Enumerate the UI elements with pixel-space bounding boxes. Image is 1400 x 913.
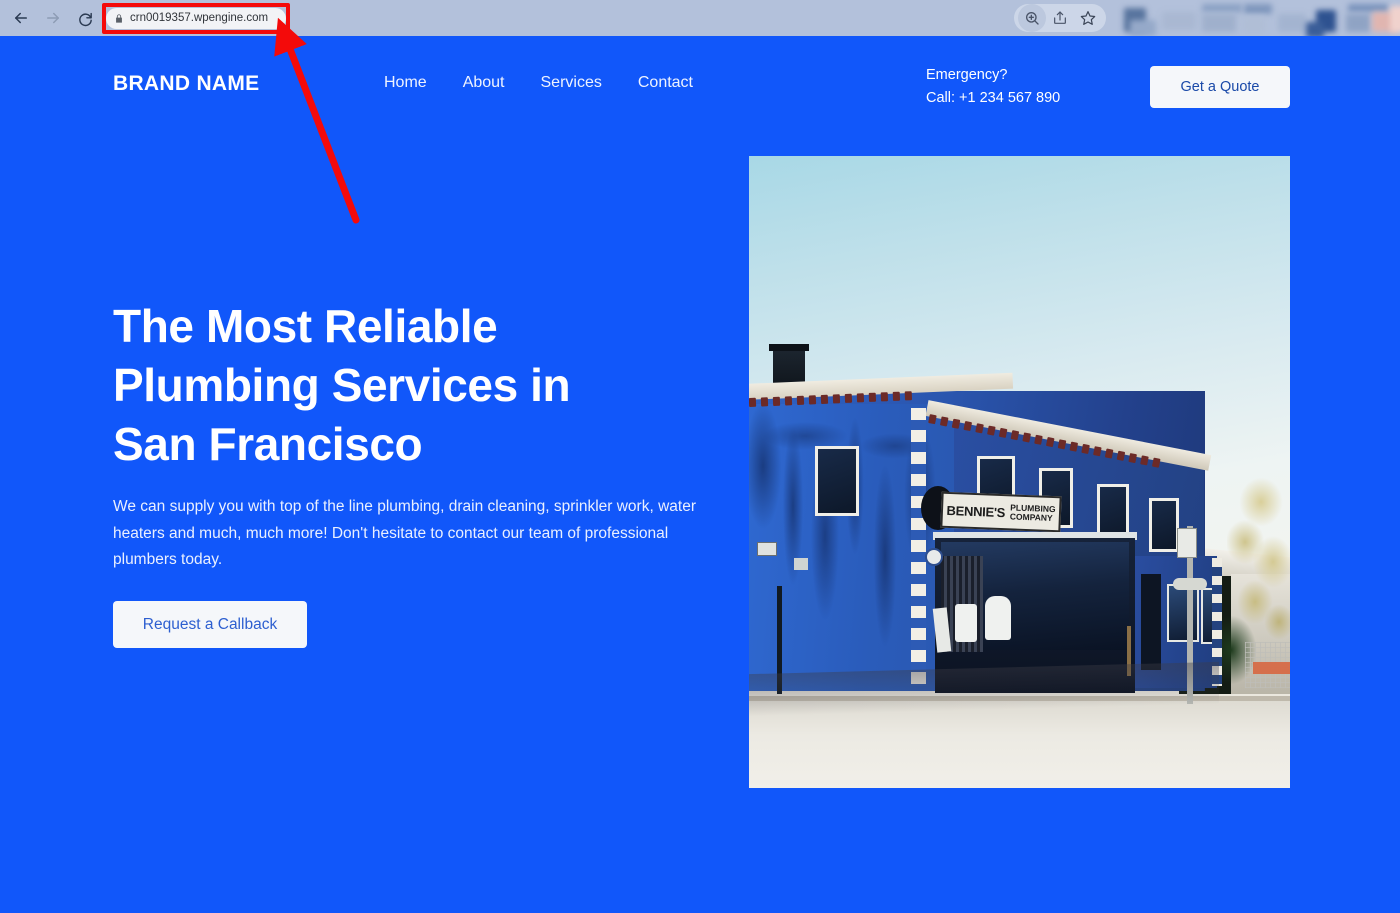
wing-window-1 [1167, 584, 1199, 642]
road-layer [749, 701, 1290, 788]
address-bar[interactable]: crn0019357.wpengine.com [106, 7, 286, 29]
browser-toolbar: crn0019357.wpengine.com [0, 0, 1400, 36]
patio-chair-2 [985, 596, 1011, 640]
hero-paragraph: We can supply you with top of the line p… [113, 498, 696, 568]
request-callback-button[interactable]: Request a Callback [113, 601, 307, 648]
emergency-phone[interactable]: Call: +1 234 567 890 [926, 87, 1060, 110]
toolbar-right-group [1014, 0, 1400, 36]
brand-logo[interactable]: BRAND NAME [113, 72, 260, 96]
blurred-extensions-region [1110, 0, 1400, 36]
wall-sign-a [757, 542, 777, 556]
sign-business-type: PLUMBING COMPANY [1009, 502, 1056, 524]
sign-line-2: COMPANY [1009, 511, 1053, 523]
emergency-label: Emergency? [926, 67, 1008, 83]
address-bar-container: crn0019357.wpengine.com [102, 2, 290, 34]
hero-heading-line-2: Plumbing Services in [113, 359, 571, 411]
upper-window-5 [1149, 498, 1179, 552]
nav-link-home[interactable]: Home [384, 74, 427, 92]
url-text: crn0019357.wpengine.com [130, 12, 269, 24]
zoom-magnifier-icon[interactable] [1018, 4, 1046, 32]
site-header: BRAND NAME Home About Services Contact E… [0, 36, 1400, 140]
share-icon[interactable] [1046, 4, 1074, 32]
patio-chair-1 [955, 604, 977, 642]
get-a-quote-button[interactable]: Get a Quote [1150, 66, 1290, 108]
chimney-cap [769, 344, 809, 351]
back-arrow-icon[interactable] [6, 3, 36, 33]
utility-box [1177, 528, 1197, 558]
hero-heading-line-1: The Most Reliable [113, 300, 498, 352]
sign-business-name: BENNIE'S [946, 502, 1006, 520]
street-lamp-head [1173, 578, 1207, 590]
screenshot-root: crn0019357.wpengine.com BRAND NAME Home … [0, 0, 1400, 913]
lock-icon [114, 13, 124, 24]
hero-image: BENNIE'S PLUMBING COMPANY [749, 156, 1290, 788]
star-bookmark-icon[interactable] [1074, 4, 1102, 32]
upper-window-1 [815, 446, 859, 516]
forward-arrow-icon[interactable] [38, 3, 68, 33]
toolbar-action-pill [1014, 4, 1106, 32]
nav-link-about[interactable]: About [463, 74, 505, 92]
webpage-viewport: BRAND NAME Home About Services Contact E… [0, 36, 1400, 913]
chimney [773, 348, 805, 386]
orange-barrier [1253, 662, 1290, 674]
hero-heading: The Most Reliable Plumbing Services in S… [113, 297, 693, 474]
emergency-contact: Emergency? Call: +1 234 567 890 [926, 64, 1060, 110]
nav-link-contact[interactable]: Contact [638, 74, 693, 92]
wall-sign-b [794, 558, 808, 570]
hero-heading-line-3: San Francisco [113, 418, 423, 470]
round-window-decal [925, 548, 943, 566]
nav-link-services[interactable]: Services [541, 74, 602, 92]
reload-icon[interactable] [70, 3, 100, 33]
corner-quoins [911, 408, 926, 686]
storefront-sign: BENNIE'S PLUMBING COMPANY [940, 491, 1062, 533]
navigation-buttons [0, 3, 100, 33]
main-navigation: Home About Services Contact [384, 74, 693, 92]
